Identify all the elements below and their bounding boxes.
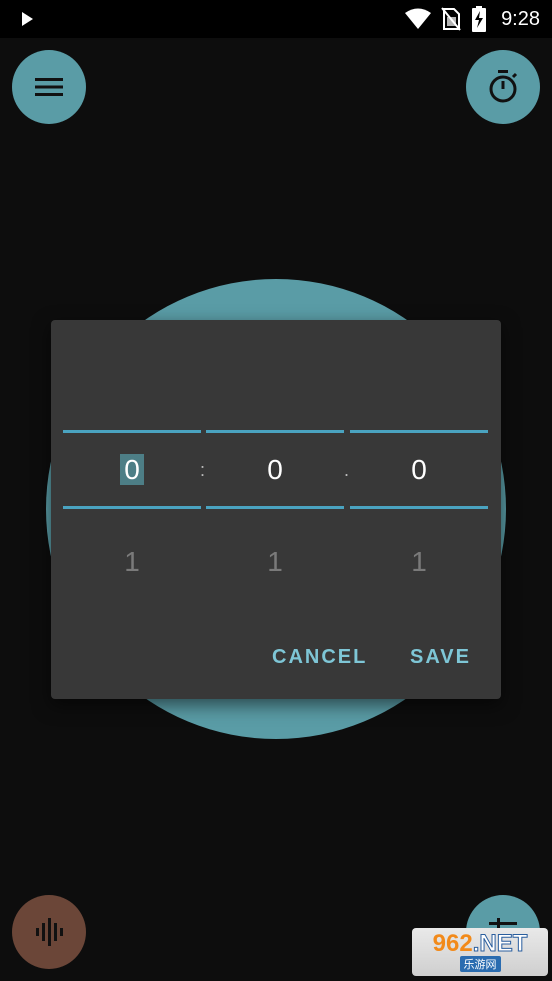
- timer-button[interactable]: [466, 50, 540, 124]
- watermark-caption: 乐游网: [459, 956, 501, 972]
- site-watermark: 962.NET 乐游网: [412, 928, 548, 976]
- play-icon: [22, 12, 33, 26]
- minutes-next-value[interactable]: 1: [206, 542, 344, 582]
- timer-icon: [489, 70, 518, 103]
- picker-divider: [206, 506, 344, 509]
- status-icons: 9:28: [405, 6, 540, 32]
- record-button[interactable]: [12, 895, 86, 969]
- watermark-logo: 962.NET: [432, 930, 528, 957]
- minutes-value[interactable]: 0: [206, 450, 344, 490]
- hours-value[interactable]: 0: [63, 450, 201, 490]
- picker-divider: [63, 430, 201, 433]
- seconds-next-value[interactable]: 1: [350, 542, 488, 582]
- picker-divider: [350, 430, 488, 433]
- seconds-picker[interactable]: 0 1: [350, 320, 488, 577]
- picker-divider: [206, 430, 344, 433]
- cancel-button[interactable]: CANCEL: [272, 646, 367, 669]
- menu-button[interactable]: [12, 50, 86, 124]
- save-button[interactable]: SAVE: [410, 646, 471, 669]
- hours-picker[interactable]: 0 1: [63, 320, 201, 577]
- battery-charging-icon: [472, 6, 487, 32]
- picker-divider: [350, 506, 488, 509]
- minutes-seconds-separator: .: [344, 460, 350, 480]
- audio-wave-icon: [36, 918, 63, 946]
- seconds-value[interactable]: 0: [350, 450, 488, 490]
- menu-icon: [35, 78, 63, 96]
- time-picker-dialog: 0 1 : 0 1 . 0 1 CANCEL SAVE: [51, 320, 501, 699]
- wifi-icon: [405, 8, 432, 29]
- hours-minutes-separator: :: [200, 460, 206, 480]
- no-sim-icon: [441, 7, 461, 31]
- status-bar: 9:28: [0, 0, 552, 38]
- picker-divider: [63, 506, 201, 509]
- hours-next-value[interactable]: 1: [63, 542, 201, 582]
- minutes-picker[interactable]: 0 1: [206, 320, 344, 577]
- status-time: 9:28: [501, 7, 540, 30]
